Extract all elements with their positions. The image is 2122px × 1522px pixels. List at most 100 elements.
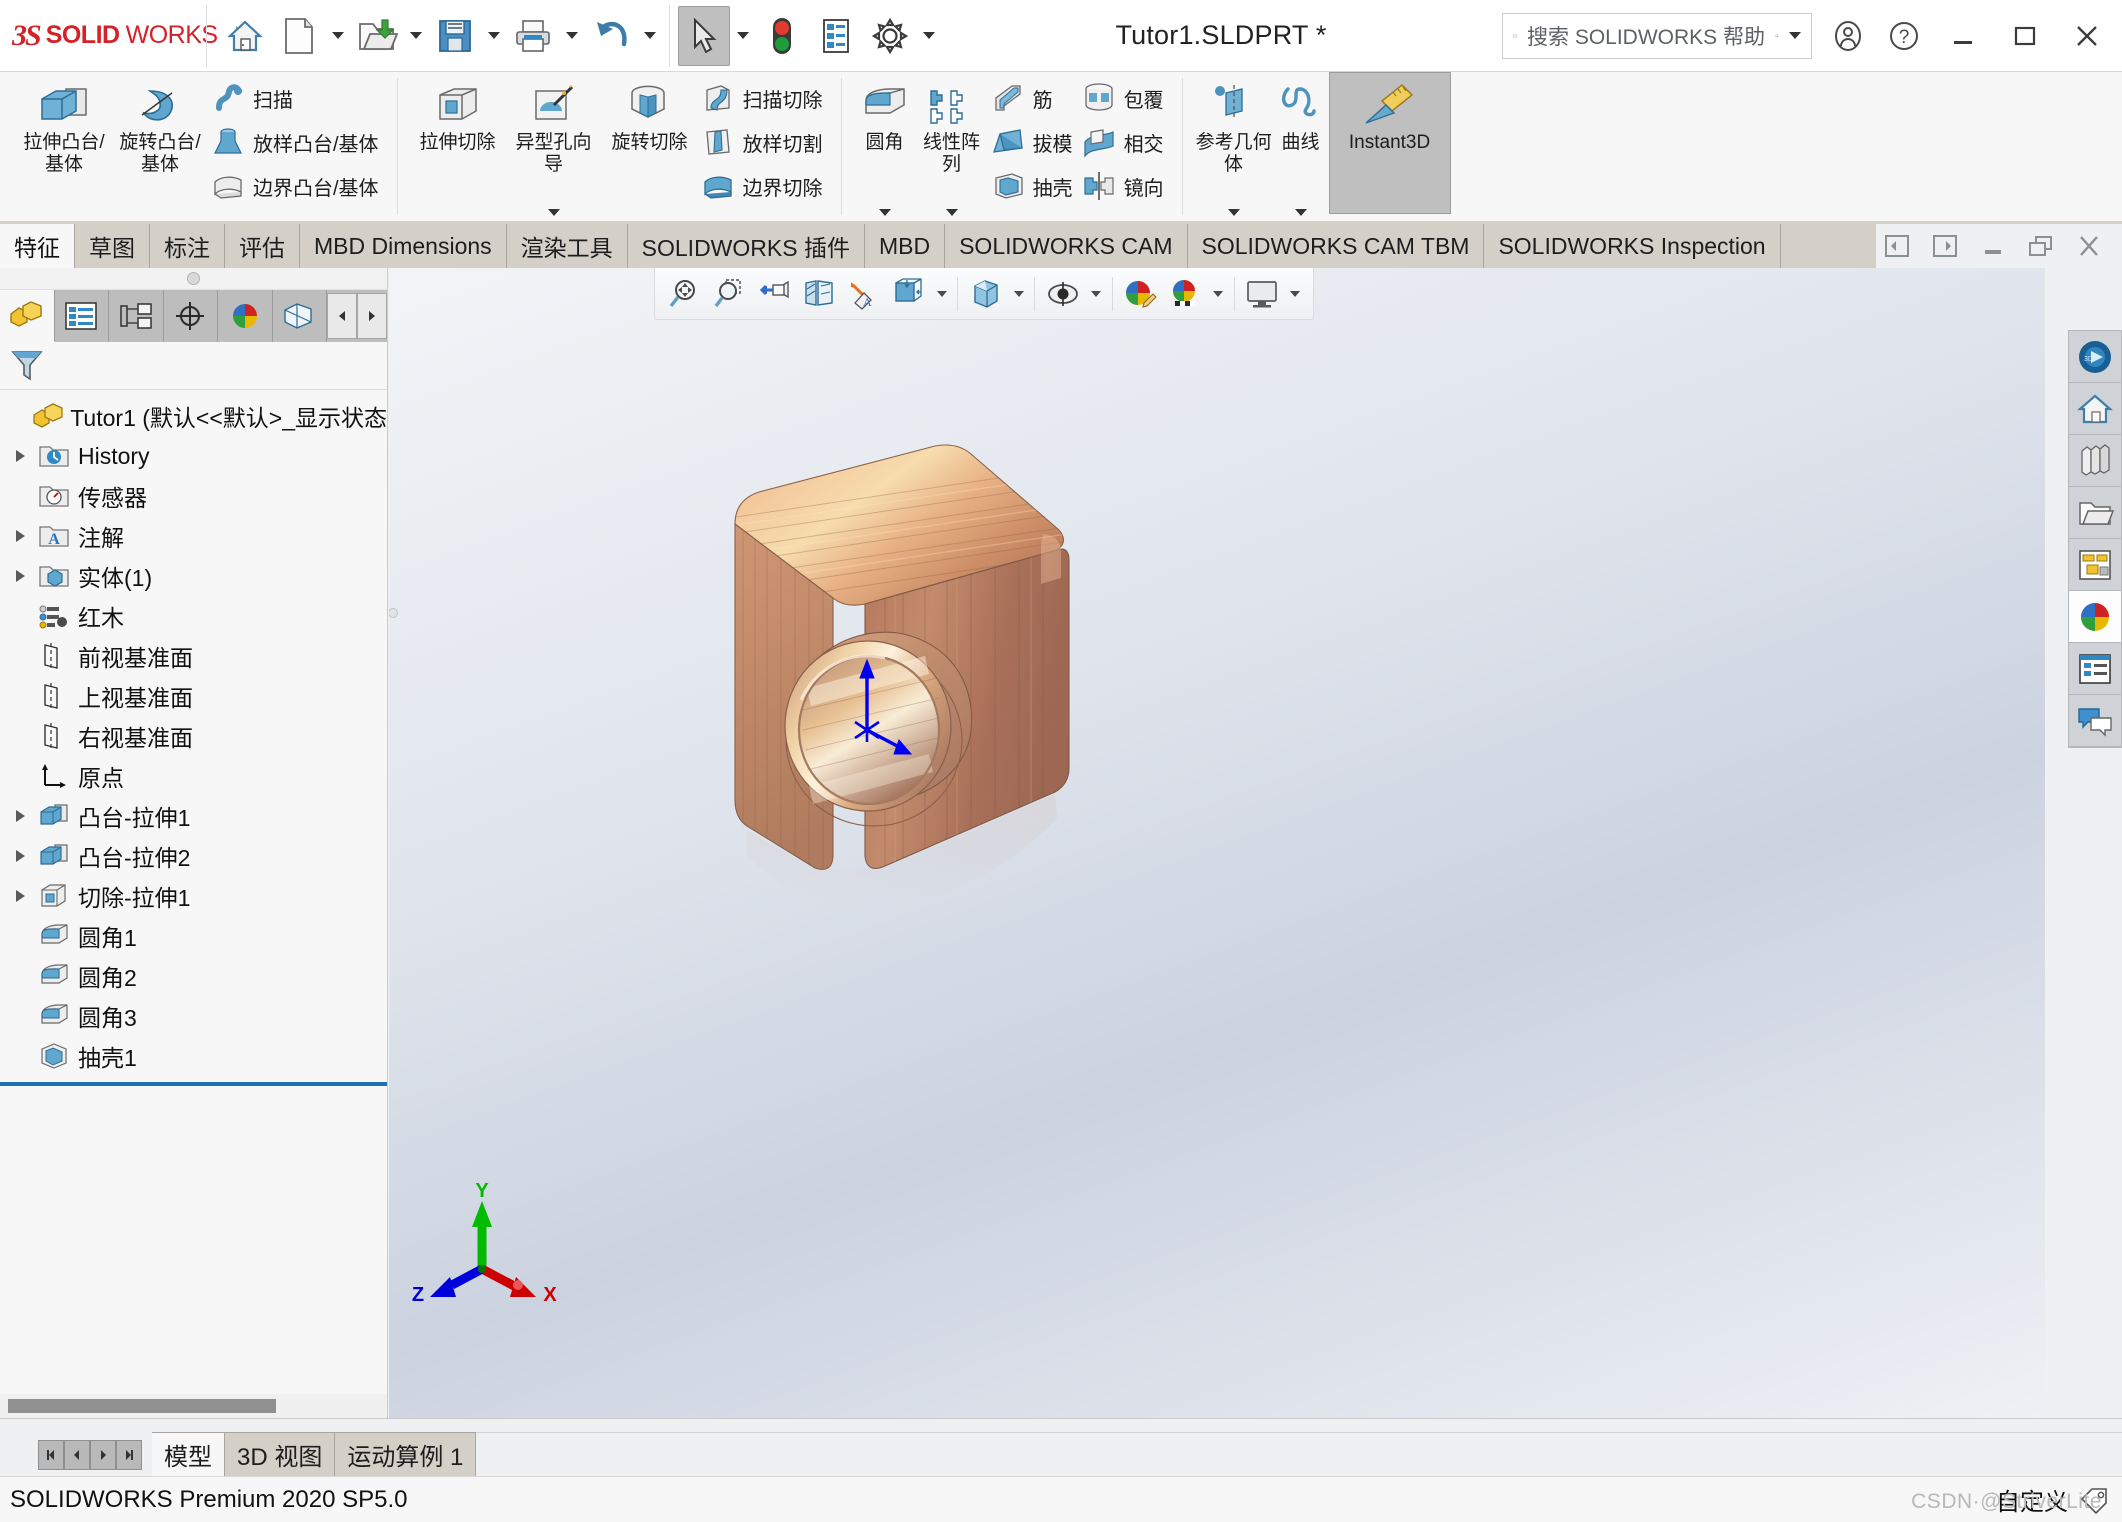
search-caret-icon[interactable] [1789,32,1801,39]
tab-scroll-left-icon[interactable] [327,293,357,339]
tree-item-fillet1[interactable]: 圆角1 [0,916,387,956]
boss-extrude1-expander[interactable] [6,810,34,822]
tree-item-fillet2[interactable]: 圆角2 [0,956,387,996]
cut-extrude1-expander[interactable] [6,890,34,902]
intersect-button[interactable]: 相交 [1079,120,1170,164]
tree-item-annotations[interactable]: A 注解 [0,516,387,556]
tree-item-boss-extrude2[interactable]: 凸台-拉伸2 [0,836,387,876]
tab-scroll-right-icon[interactable] [357,293,387,339]
boss-extrude2-expander[interactable] [6,850,34,862]
tab-solidworks-inspection[interactable]: SOLIDWORKS Inspection [1484,224,1780,268]
user-account-icon[interactable] [1822,7,1874,65]
tree-item-cut-extrude1[interactable]: 切除-拉伸1 [0,876,387,916]
solidworks-logo[interactable]: 3S SOLIDWORKS [0,0,200,72]
print-button[interactable] [507,6,559,66]
tree-item-top-plane[interactable]: 上视基准面 [0,676,387,716]
history-expander[interactable] [6,450,34,462]
mirror-button[interactable]: 镜向 [1079,164,1170,208]
instant3d-button[interactable]: Instant3D [1329,72,1451,214]
tab-markup[interactable]: 标注 [150,224,225,268]
reference-geometry-dropdown-icon[interactable] [1228,209,1240,220]
tab-solidworks-cam[interactable]: SOLIDWORKS CAM [945,224,1187,268]
dimxpert-manager-tab[interactable] [164,290,219,342]
linear-pattern-dropdown-icon[interactable] [946,209,958,220]
tree-item-history[interactable]: History [0,436,387,476]
curves-button[interactable]: 曲线 [1273,72,1329,221]
configuration-manager-tab[interactable] [109,290,164,342]
appearance-tab[interactable] [273,290,328,342]
solidworks-resources-button[interactable]: 3D [2069,331,2121,383]
tab-features[interactable]: 特征 [0,224,75,268]
display-style-caret-icon[interactable] [932,272,951,316]
rebuild-button[interactable] [756,6,808,66]
tree-root-item[interactable]: Tutor1 (默认<<默认>_显示状态 [0,396,387,436]
new-document-caret-icon[interactable] [327,6,349,66]
hide-show-caret-icon[interactable] [1009,272,1028,316]
tab-solidworks-cam-tbm[interactable]: SOLIDWORKS CAM TBM [1188,224,1485,268]
view-settings-caret-icon[interactable] [1086,272,1105,316]
viewport-splitter-grip[interactable] [389,608,398,634]
feature-tree-tab[interactable] [0,290,55,342]
viewport-layout-button[interactable] [1241,272,1284,316]
bottom-tab-3d-views[interactable]: 3D 视图 [225,1432,335,1476]
extrude-boss-button[interactable]: 拉伸凸台/基体 [16,72,112,221]
tree-item-right-plane[interactable]: 右视基准面 [0,716,387,756]
hole-wizard-dropdown-icon[interactable] [548,209,560,220]
rollback-bar[interactable] [0,1082,387,1086]
options-caret-icon[interactable] [918,6,940,66]
new-document-button[interactable] [273,6,325,66]
sweep-cut-button[interactable]: 扫描切除 [698,76,829,120]
loft-boss-button[interactable]: 放样凸台/基体 [208,120,385,164]
file-properties-button[interactable] [810,6,862,66]
open-document-caret-icon[interactable] [405,6,427,66]
home-button[interactable] [219,6,271,66]
options-gear-button[interactable] [864,6,916,66]
tree-item-fillet3[interactable]: 圆角3 [0,996,387,1036]
undo-caret-icon[interactable] [639,6,661,66]
doc-close-icon[interactable] [2068,225,2110,267]
tab-solidworks-addins[interactable]: SOLIDWORKS 插件 [628,224,865,268]
bottom-tab-model[interactable]: 模型 [152,1432,225,1476]
curves-dropdown-icon[interactable] [1295,209,1307,220]
undo-button[interactable] [585,6,637,66]
feature-tree-horizontal-scrollbar[interactable] [0,1394,387,1418]
scrollbar-thumb[interactable] [8,1399,276,1413]
linear-pattern-button[interactable]: 线性阵列 [916,72,988,221]
boundary-boss-button[interactable]: 边界凸台/基体 [208,164,385,208]
revolve-cut-button[interactable]: 旋转切除 [602,72,698,221]
solidworks-forum-button[interactable] [2069,695,2121,747]
minimize-icon[interactable] [1934,7,1992,65]
design-library-button[interactable] [2069,435,2121,487]
restore-left-icon[interactable] [1876,225,1918,267]
help-question-icon[interactable]: ? [1878,7,1930,65]
print-caret-icon[interactable] [561,6,583,66]
select-caret-icon[interactable] [732,6,754,66]
tab-mbd[interactable]: MBD [865,224,945,268]
last-tab-icon[interactable] [116,1440,142,1470]
display-manager-tab[interactable] [218,290,273,342]
shell-button[interactable]: 抽壳 [988,164,1079,208]
tree-item-boss-extrude1[interactable]: 凸台-拉伸1 [0,796,387,836]
annotations-expander[interactable] [6,530,34,542]
open-document-button[interactable] [351,6,403,66]
loft-cut-button[interactable]: 放样切割 [698,120,829,164]
maximize-icon[interactable] [1996,7,2054,65]
extrude-cut-button[interactable]: 拉伸切除 [410,72,506,221]
fillet-button[interactable]: 圆角 [854,72,916,221]
edit-appearance-button[interactable] [1119,272,1162,316]
bottom-tab-motion-study[interactable]: 运动算例 1 [335,1432,476,1476]
tab-evaluate[interactable]: 评估 [225,224,300,268]
model-copper-block[interactable] [689,438,1149,1063]
save-button[interactable] [429,6,481,66]
save-caret-icon[interactable] [483,6,505,66]
panel-drag-handle[interactable] [0,268,387,290]
tab-render-tools[interactable]: 渲染工具 [507,224,628,268]
zoom-to-area-button[interactable] [708,272,751,316]
sweep-button[interactable]: 扫描 [208,76,385,120]
home-task-button[interactable] [2069,383,2121,435]
apply-scene-button[interactable] [1163,272,1206,316]
feature-tree-filter[interactable] [0,342,387,390]
hole-wizard-button[interactable]: 异型孔向导 [506,72,602,221]
next-tab-icon[interactable] [90,1440,116,1470]
tab-sketch[interactable]: 草图 [75,224,150,268]
